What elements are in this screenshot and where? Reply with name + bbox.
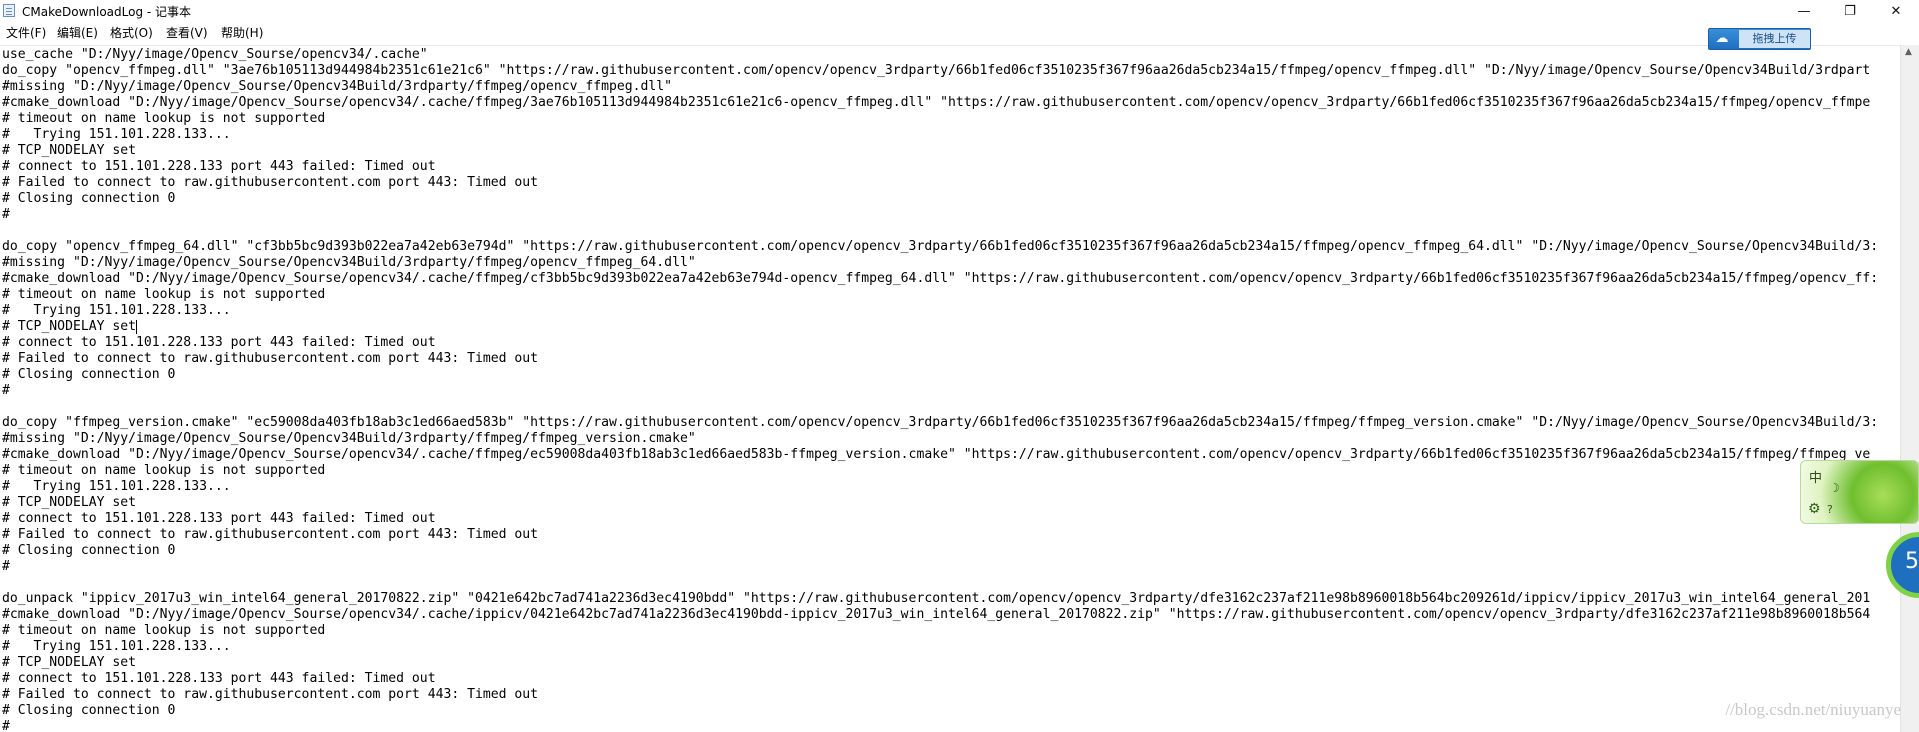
text-line: # connect to 151.101.228.133 port 443 fa… bbox=[2, 671, 436, 686]
minimize-button[interactable]: — bbox=[1781, 0, 1827, 22]
text-line: #missing "D:/Nyy/image/Opencv_Sourse/Ope… bbox=[2, 431, 696, 446]
text-line: #missing "D:/Nyy/image/Opencv_Sourse/Ope… bbox=[2, 79, 673, 94]
ime-toolbar[interactable]: 中 ☽ ⚙ ? bbox=[1800, 460, 1919, 524]
menu-help[interactable]: 帮助(H) bbox=[221, 24, 263, 41]
text-editor-area[interactable]: use_cache "D:/Nyy/image/Opencv_Sourse/op… bbox=[0, 45, 1900, 732]
text-line: # Trying 151.101.228.133... bbox=[2, 303, 231, 318]
upload-widget[interactable]: ☁ 拖拽上传 bbox=[1708, 28, 1811, 50]
notepad-icon bbox=[3, 4, 15, 17]
text-line: # connect to 151.101.228.133 port 443 fa… bbox=[2, 335, 436, 350]
text-line: #missing "D:/Nyy/image/Opencv_Sourse/Ope… bbox=[2, 255, 696, 270]
window-title: CMakeDownloadLog - 记事本 bbox=[22, 5, 192, 19]
maximize-button[interactable]: ❐ bbox=[1827, 0, 1873, 22]
text-line: #cmake_download "D:/Nyy/image/Opencv_Sou… bbox=[2, 271, 1879, 286]
text-line: # bbox=[2, 383, 10, 398]
text-line: do_copy "opencv_ffmpeg_64.dll" "cf3bb5bc… bbox=[2, 239, 1879, 254]
text-line: # timeout on name lookup is not supporte… bbox=[2, 287, 326, 302]
vertical-scrollbar[interactable]: ▲ bbox=[1900, 45, 1919, 732]
text-line: # Trying 151.101.228.133... bbox=[2, 127, 231, 142]
text-line: # TCP_NODELAY set bbox=[2, 655, 137, 670]
text-line: do_unpack "ippicv_2017u3_win_intel64_gen… bbox=[2, 591, 1871, 606]
text-line: # TCP_NODELAY set bbox=[2, 495, 137, 510]
title-bar[interactable]: CMakeDownloadLog - 记事本 — ❐ ✕ bbox=[0, 0, 1919, 22]
text-line: # TCP_NODELAY set bbox=[2, 319, 137, 334]
menu-bar: 文件(F) 编辑(E) 格式(O) 查看(V) 帮助(H) bbox=[0, 22, 1919, 42]
text-line: # bbox=[2, 719, 10, 732]
ime-language-indicator[interactable]: 中 bbox=[1809, 467, 1822, 486]
text-line: # Closing connection 0 bbox=[2, 191, 176, 206]
text-line: # Closing connection 0 bbox=[2, 543, 176, 558]
text-line: # Closing connection 0 bbox=[2, 367, 176, 382]
watermark: //blog.csdn.net/niuyuanye bbox=[1725, 700, 1901, 719]
text-line: # Failed to connect to raw.githubusercon… bbox=[2, 527, 539, 542]
text-line: # connect to 151.101.228.133 port 443 fa… bbox=[2, 159, 436, 174]
cloud-icon: ☁ bbox=[1715, 31, 1729, 46]
text-line: #cmake_download "D:/Nyy/image/Opencv_Sou… bbox=[2, 447, 1871, 462]
text-line: # connect to 151.101.228.133 port 443 fa… bbox=[2, 511, 436, 526]
text-line: # Failed to connect to raw.githubusercon… bbox=[2, 687, 539, 702]
text-line: # timeout on name lookup is not supporte… bbox=[2, 463, 326, 478]
badge-number: 5 bbox=[1905, 549, 1919, 574]
scroll-up-arrow-icon[interactable]: ▲ bbox=[1905, 47, 1912, 57]
text-line: # Failed to connect to raw.githubusercon… bbox=[2, 351, 539, 366]
menu-format[interactable]: 格式(O) bbox=[110, 24, 153, 41]
moon-icon[interactable]: ☽ bbox=[1829, 481, 1840, 495]
close-button[interactable]: ✕ bbox=[1873, 0, 1919, 22]
text-line: # bbox=[2, 559, 10, 574]
help-icon[interactable]: ? bbox=[1827, 503, 1833, 516]
text-line: # Trying 151.101.228.133... bbox=[2, 639, 231, 654]
menu-file[interactable]: 文件(F) bbox=[6, 24, 46, 41]
menu-edit[interactable]: 编辑(E) bbox=[57, 24, 98, 41]
text-line: # bbox=[2, 207, 10, 222]
text-line: #cmake_download "D:/Nyy/image/Opencv_Sou… bbox=[2, 607, 1871, 622]
text-line: # timeout on name lookup is not supporte… bbox=[2, 623, 326, 638]
text-line: # timeout on name lookup is not supporte… bbox=[2, 111, 326, 126]
upload-label: 拖拽上传 bbox=[1739, 30, 1810, 48]
text-line: # Failed to connect to raw.githubusercon… bbox=[2, 175, 539, 190]
text-line: # Closing connection 0 bbox=[2, 703, 176, 718]
text-line: use_cache "D:/Nyy/image/Opencv_Sourse/op… bbox=[2, 47, 428, 62]
text-line: do_copy "opencv_ffmpeg.dll" "3ae76b10511… bbox=[2, 63, 1871, 78]
gear-icon[interactable]: ⚙ bbox=[1808, 501, 1821, 517]
text-line: # TCP_NODELAY set bbox=[2, 143, 137, 158]
text-line: #cmake_download "D:/Nyy/image/Opencv_Sou… bbox=[2, 95, 1871, 110]
text-caret bbox=[135, 320, 137, 334]
text-line: do_copy "ffmpeg_version.cmake" "ec59008d… bbox=[2, 415, 1879, 430]
menu-view[interactable]: 查看(V) bbox=[166, 24, 208, 41]
text-line: # Trying 151.101.228.133... bbox=[2, 479, 231, 494]
